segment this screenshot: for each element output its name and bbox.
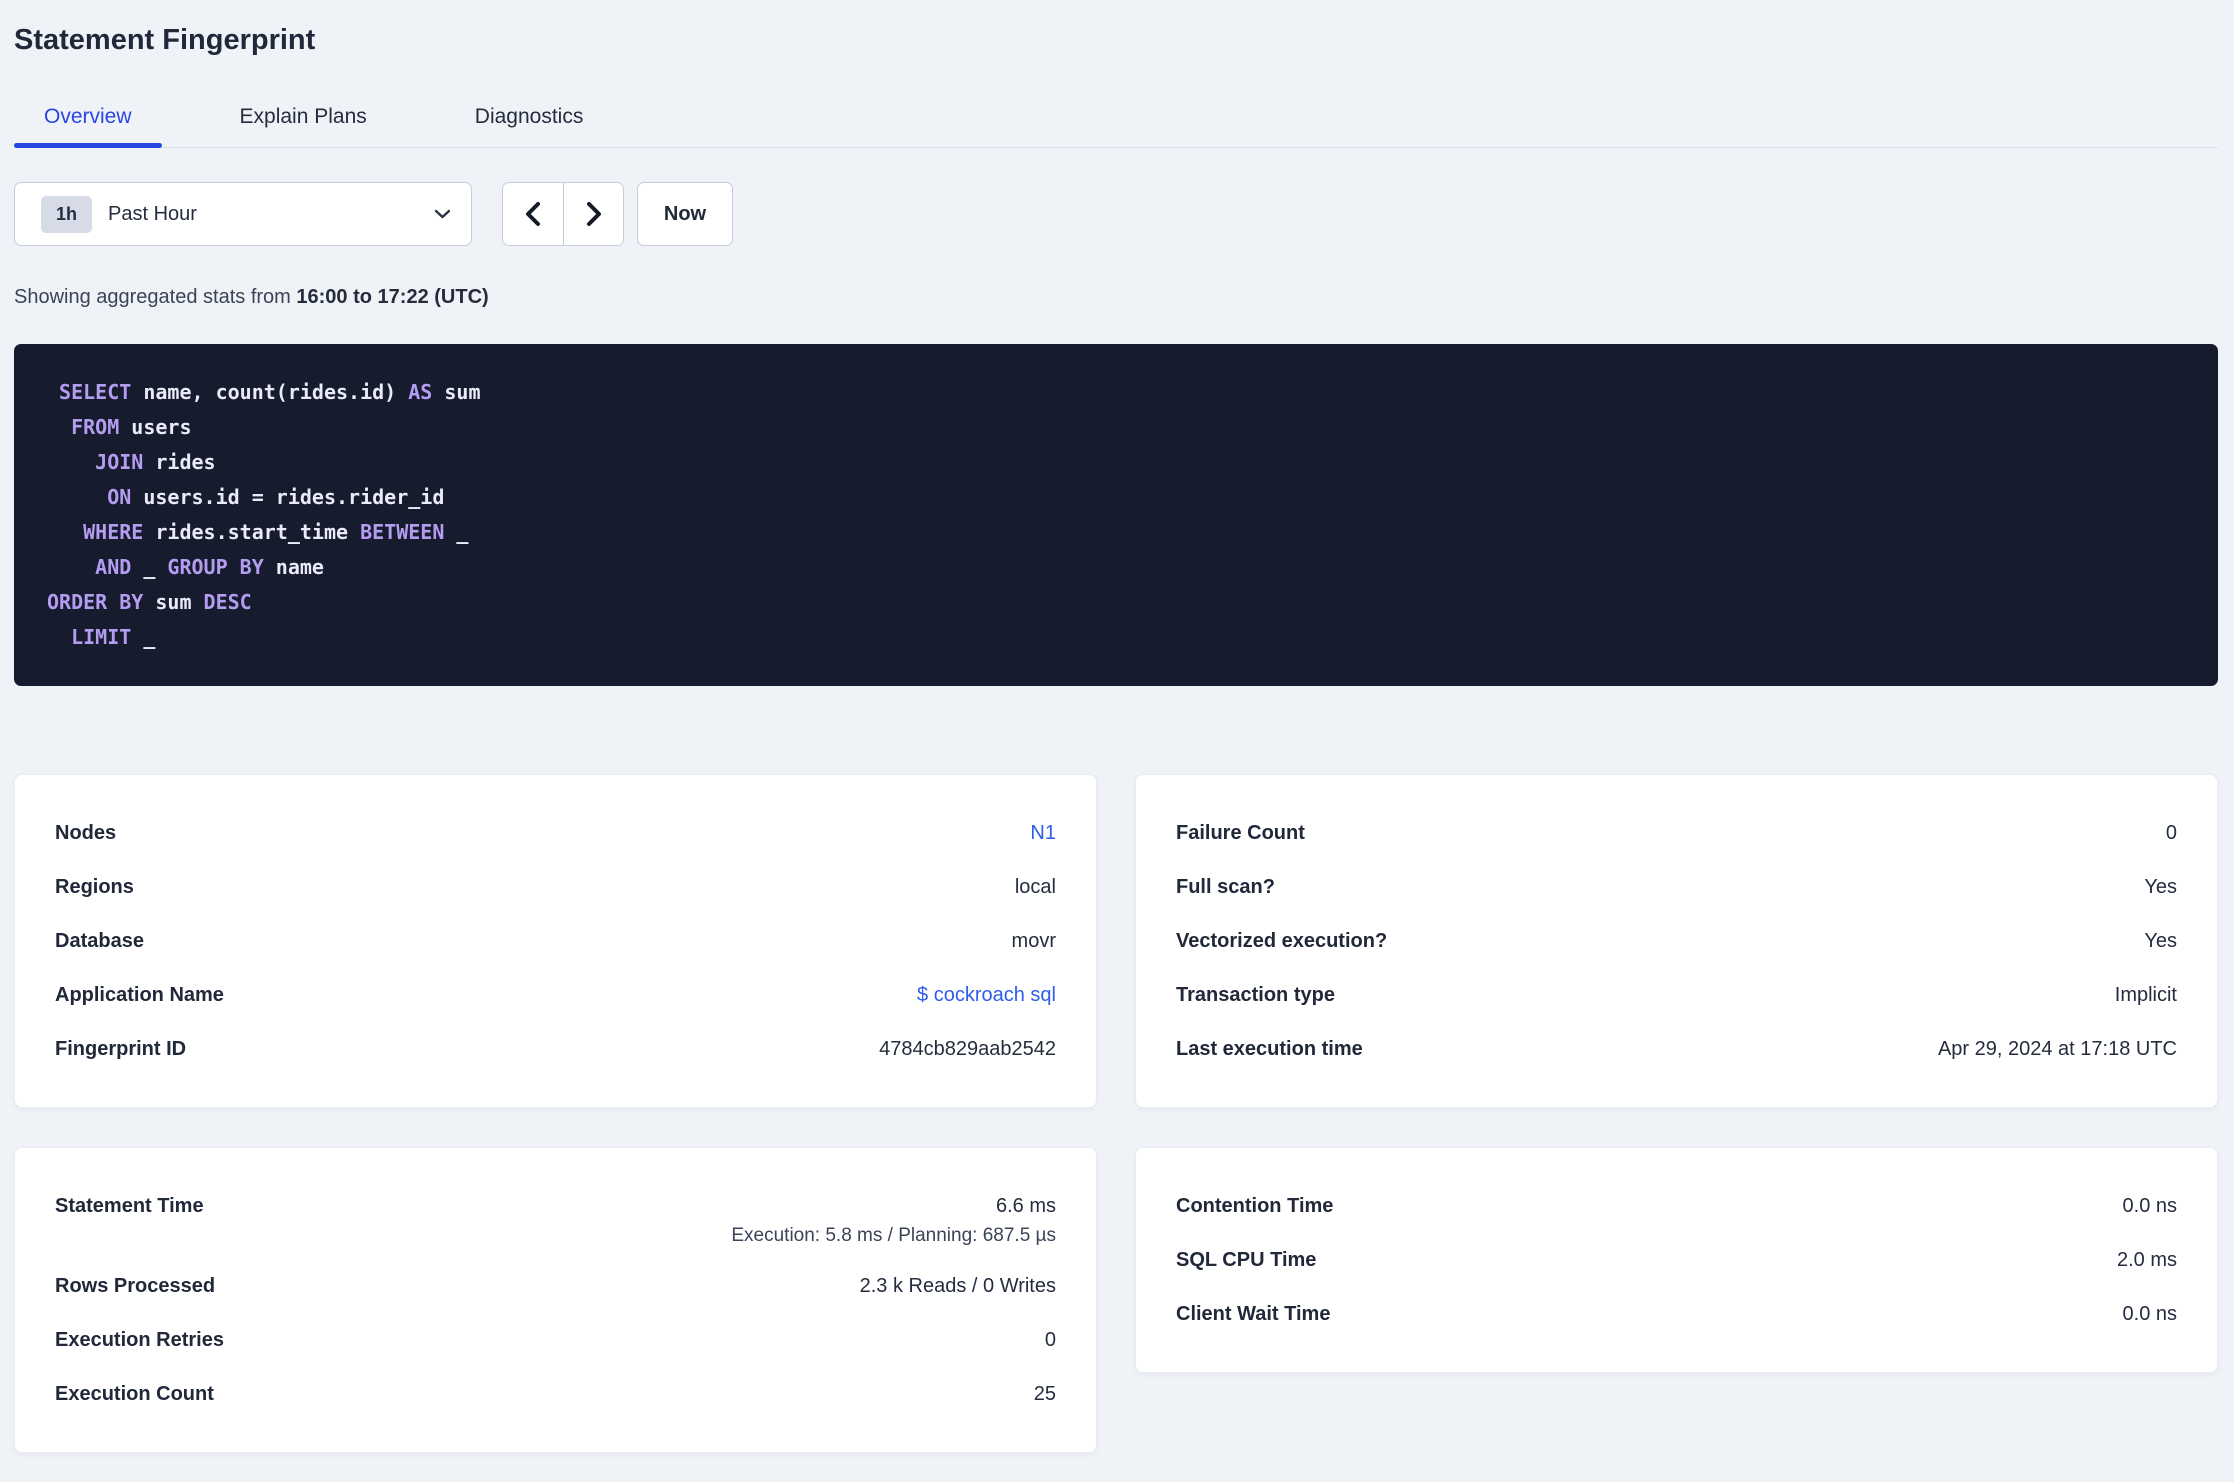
row-label: Transaction type	[1176, 983, 1335, 1006]
row-label: Fingerprint ID	[55, 1037, 187, 1060]
time-range-badge: 1h	[41, 195, 93, 233]
time-range-dropdown[interactable]: 1h Past Hour	[14, 182, 472, 246]
row-value: 0	[1044, 1328, 1056, 1351]
row-label: Vectorized execution?	[1176, 929, 1388, 952]
row-label: SQL CPU Time	[1176, 1248, 1317, 1271]
row-value-link[interactable]: N1	[1030, 822, 1056, 845]
row-value: 25	[1033, 1382, 1056, 1405]
sql-line: ORDER BY sum DESC	[47, 590, 252, 614]
aggregated-stats-text: Showing aggregated stats from 16:00 to 1…	[14, 286, 2218, 309]
sql-line: ON users.id = rides.rider_id	[107, 485, 445, 509]
now-button[interactable]: Now	[637, 182, 733, 246]
row-value: movr	[1011, 929, 1056, 952]
card-wait-times: Contention Time 0.0 ns SQL CPU Time 2.0 ms C…	[1135, 1147, 2218, 1373]
row-label: Failure Count	[1176, 821, 1305, 844]
card-row: Full scan? Yes	[1176, 860, 2177, 914]
card-row: Fingerprint ID 4784cb829aab2542	[55, 1022, 1056, 1076]
card-row: Nodes N1	[55, 806, 1056, 860]
card-row: Failure Count 0	[1176, 806, 2177, 860]
time-next-button[interactable]	[563, 183, 623, 245]
row-label: Contention Time	[1176, 1194, 1334, 1217]
row-subvalue: Execution: 5.8 ms / Planning: 687.5 µs	[731, 1225, 1056, 1246]
card-row: Transaction type Implicit	[1176, 968, 2177, 1022]
row-value: 4784cb829aab2542	[879, 1037, 1056, 1060]
sql-line: FROM users	[71, 415, 192, 439]
row-label: Execution Retries	[55, 1328, 224, 1351]
card-row: Execution Count 25	[55, 1367, 1056, 1421]
row-label: Application Name	[55, 983, 224, 1006]
stats-prefix: Showing aggregated stats from	[14, 286, 297, 308]
row-value: local	[1014, 875, 1056, 898]
card-row: Database movr	[55, 914, 1056, 968]
card-statement-details: Nodes N1 Regions local Database movr Applicati…	[14, 774, 1097, 1108]
sql-line: WHERE rides.start_time BETWEEN _	[83, 520, 469, 544]
row-label: Rows Processed	[55, 1274, 216, 1297]
card-row: Execution Retries 0	[55, 1313, 1056, 1367]
chevron-down-icon	[434, 209, 451, 219]
row-value: 6.6 ms	[995, 1194, 1056, 1217]
tab-overview[interactable]: Overview	[14, 104, 162, 148]
tab-explain-plans[interactable]: Explain Plans	[210, 104, 397, 147]
chevron-left-icon	[526, 202, 540, 226]
row-label: Client Wait Time	[1176, 1302, 1331, 1325]
card-execution-attributes: Failure Count 0 Full scan? Yes Vectorized ex…	[1135, 774, 2218, 1108]
card-row: SQL CPU Time 2.0 ms	[1176, 1233, 2177, 1287]
row-label: Full scan?	[1176, 875, 1275, 898]
row-label: Statement Time	[55, 1194, 204, 1217]
sql-line: AND _ GROUP BY name	[95, 555, 324, 579]
time-range-label: Past Hour	[108, 202, 197, 225]
chevron-right-icon	[586, 202, 601, 226]
card-row: Regions local	[55, 860, 1056, 914]
row-value: 0.0 ns	[2122, 1302, 2177, 1325]
row-value-link[interactable]: $ cockroach sql	[917, 984, 1056, 1007]
page-title: Statement Fingerprint	[14, 24, 316, 56]
row-label: Nodes	[55, 821, 117, 844]
row-value: Implicit	[2114, 983, 2177, 1006]
row-value: 0	[2165, 821, 2177, 844]
row-value: 2.0 ms	[2116, 1248, 2177, 1271]
card-row: Client Wait Time 0.0 ns	[1176, 1287, 2177, 1341]
row-value: Yes	[2144, 875, 2177, 898]
card-statement-times: Statement Time 6.6 ms Execution: 5.8 ms / …	[14, 1147, 1097, 1453]
stats-range: 16:00 to 17:22 (UTC)	[296, 286, 489, 308]
time-step-buttons	[502, 182, 624, 246]
row-label: Database	[55, 929, 144, 952]
card-row: Rows Processed 2.3 k Reads / 0 Writes	[55, 1259, 1056, 1313]
row-label: Execution Count	[55, 1382, 214, 1405]
sql-line: LIMIT _	[71, 625, 156, 649]
row-label: Last execution time	[1176, 1037, 1363, 1060]
tabs: Overview Explain Plans Diagnostics	[14, 104, 2218, 148]
time-prev-button[interactable]	[503, 183, 563, 245]
row-label: Regions	[55, 875, 134, 898]
statement-fingerprint-page: Statement Fingerprint Overview Explain Pl…	[0, 24, 2234, 1453]
card-row: Last execution time Apr 29, 2024 at 17:18…	[1176, 1022, 2177, 1076]
row-value: 2.3 k Reads / 0 Writes	[859, 1274, 1056, 1297]
sql-line: JOIN rides	[95, 450, 216, 474]
row-value: 0.0 ns	[2122, 1194, 2177, 1217]
row-value: Yes	[2144, 929, 2177, 952]
time-controls: 1h Past Hour Now	[14, 182, 2218, 246]
row-value: Apr 29, 2024 at 17:18 UTC	[1937, 1037, 2177, 1060]
card-row: Vectorized execution? Yes	[1176, 914, 2177, 968]
cards-grid: Nodes N1 Regions local Database movr Applicati…	[14, 774, 2218, 1453]
tab-diagnostics[interactable]: Diagnostics	[445, 104, 614, 147]
sql-statement: SELECT name, count(rides.id) AS sum FROM…	[14, 344, 2218, 686]
card-row: Application Name $ cockroach sql	[55, 968, 1056, 1022]
card-row: Contention Time 0.0 ns	[1176, 1179, 2177, 1233]
sql-line: SELECT name, count(rides.id) AS sum	[59, 380, 481, 404]
